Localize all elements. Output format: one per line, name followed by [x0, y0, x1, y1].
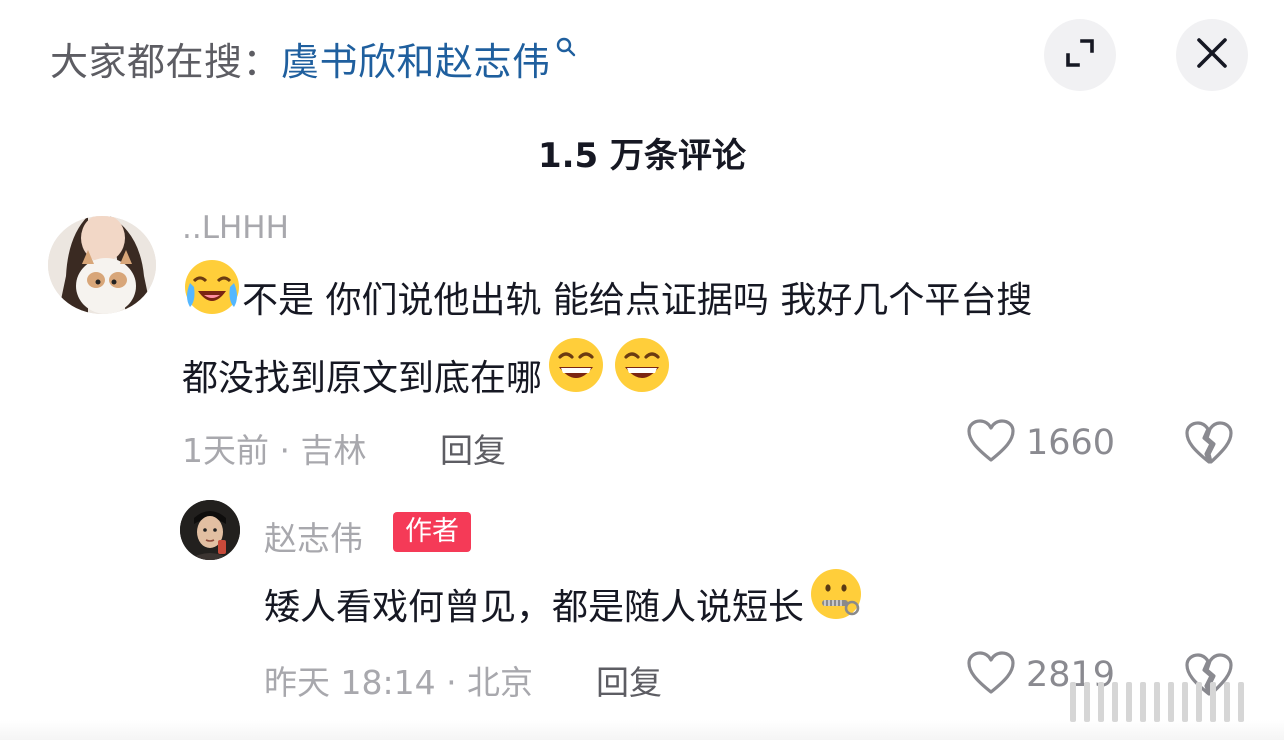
- crying-laugh-emoji: [182, 257, 242, 345]
- expand-icon: [1062, 35, 1098, 75]
- grinning-emoji: [612, 335, 672, 423]
- grinning-emoji: [546, 335, 606, 423]
- reply-text: 矮人看戏何曾见，都是随人说短长: [264, 587, 805, 628]
- reply-button[interactable]: 回复: [440, 424, 506, 472]
- trending-search-term[interactable]: 虞书欣和赵志伟: [281, 31, 551, 86]
- close-icon: [1195, 36, 1229, 74]
- broken-heart-icon: [1184, 421, 1234, 470]
- heart-outline-icon: [966, 650, 1016, 700]
- avatar[interactable]: [180, 500, 240, 560]
- trending-search-bar[interactable]: 大家都在搜： 虞书欣和赵志伟: [50, 28, 577, 88]
- zipper-mouth-emoji: [808, 566, 864, 650]
- like-count: 1660: [1026, 423, 1116, 463]
- author-badge: 作者: [393, 512, 471, 552]
- heart-outline-icon: [966, 418, 1016, 468]
- comment-count-title: 1.5 万条评论: [537, 136, 747, 176]
- comment-time-location: 1天前 · 吉林: [182, 431, 367, 470]
- comment-username[interactable]: ..LHHH: [182, 210, 289, 246]
- comment-body: 不是 你们说他出轨 能给点证据吗 我好几个平台搜 都没找到原文到底在哪: [182, 260, 1242, 418]
- like-button[interactable]: 1660: [966, 418, 1115, 468]
- expand-button[interactable]: [1044, 19, 1116, 91]
- trending-search-prefix: 大家都在搜：: [50, 39, 282, 84]
- reply-username[interactable]: 赵志伟: [264, 512, 363, 560]
- comment-text-line2: 都没找到原文到底在哪: [182, 358, 543, 399]
- comment-panel: 大家都在搜： 虞书欣和赵志伟 1.5 万条评论 ..LHHH 不是 你们说他出轨…: [0, 0, 1284, 740]
- search-icon[interactable]: [555, 36, 577, 62]
- close-button[interactable]: [1176, 19, 1248, 91]
- reply-time-location: 昨天 18:14 · 北京: [264, 663, 534, 702]
- reply-body: 矮人看戏何曾见，都是随人说短长: [264, 566, 864, 650]
- avatar[interactable]: [48, 216, 156, 314]
- dislike-button[interactable]: [1184, 420, 1234, 470]
- scroll-fade: [0, 720, 1284, 740]
- comment-text-line1: 不是 你们说他出轨 能给点证据吗 我好几个平台搜: [242, 280, 1033, 321]
- reply-button[interactable]: 回复: [596, 656, 662, 704]
